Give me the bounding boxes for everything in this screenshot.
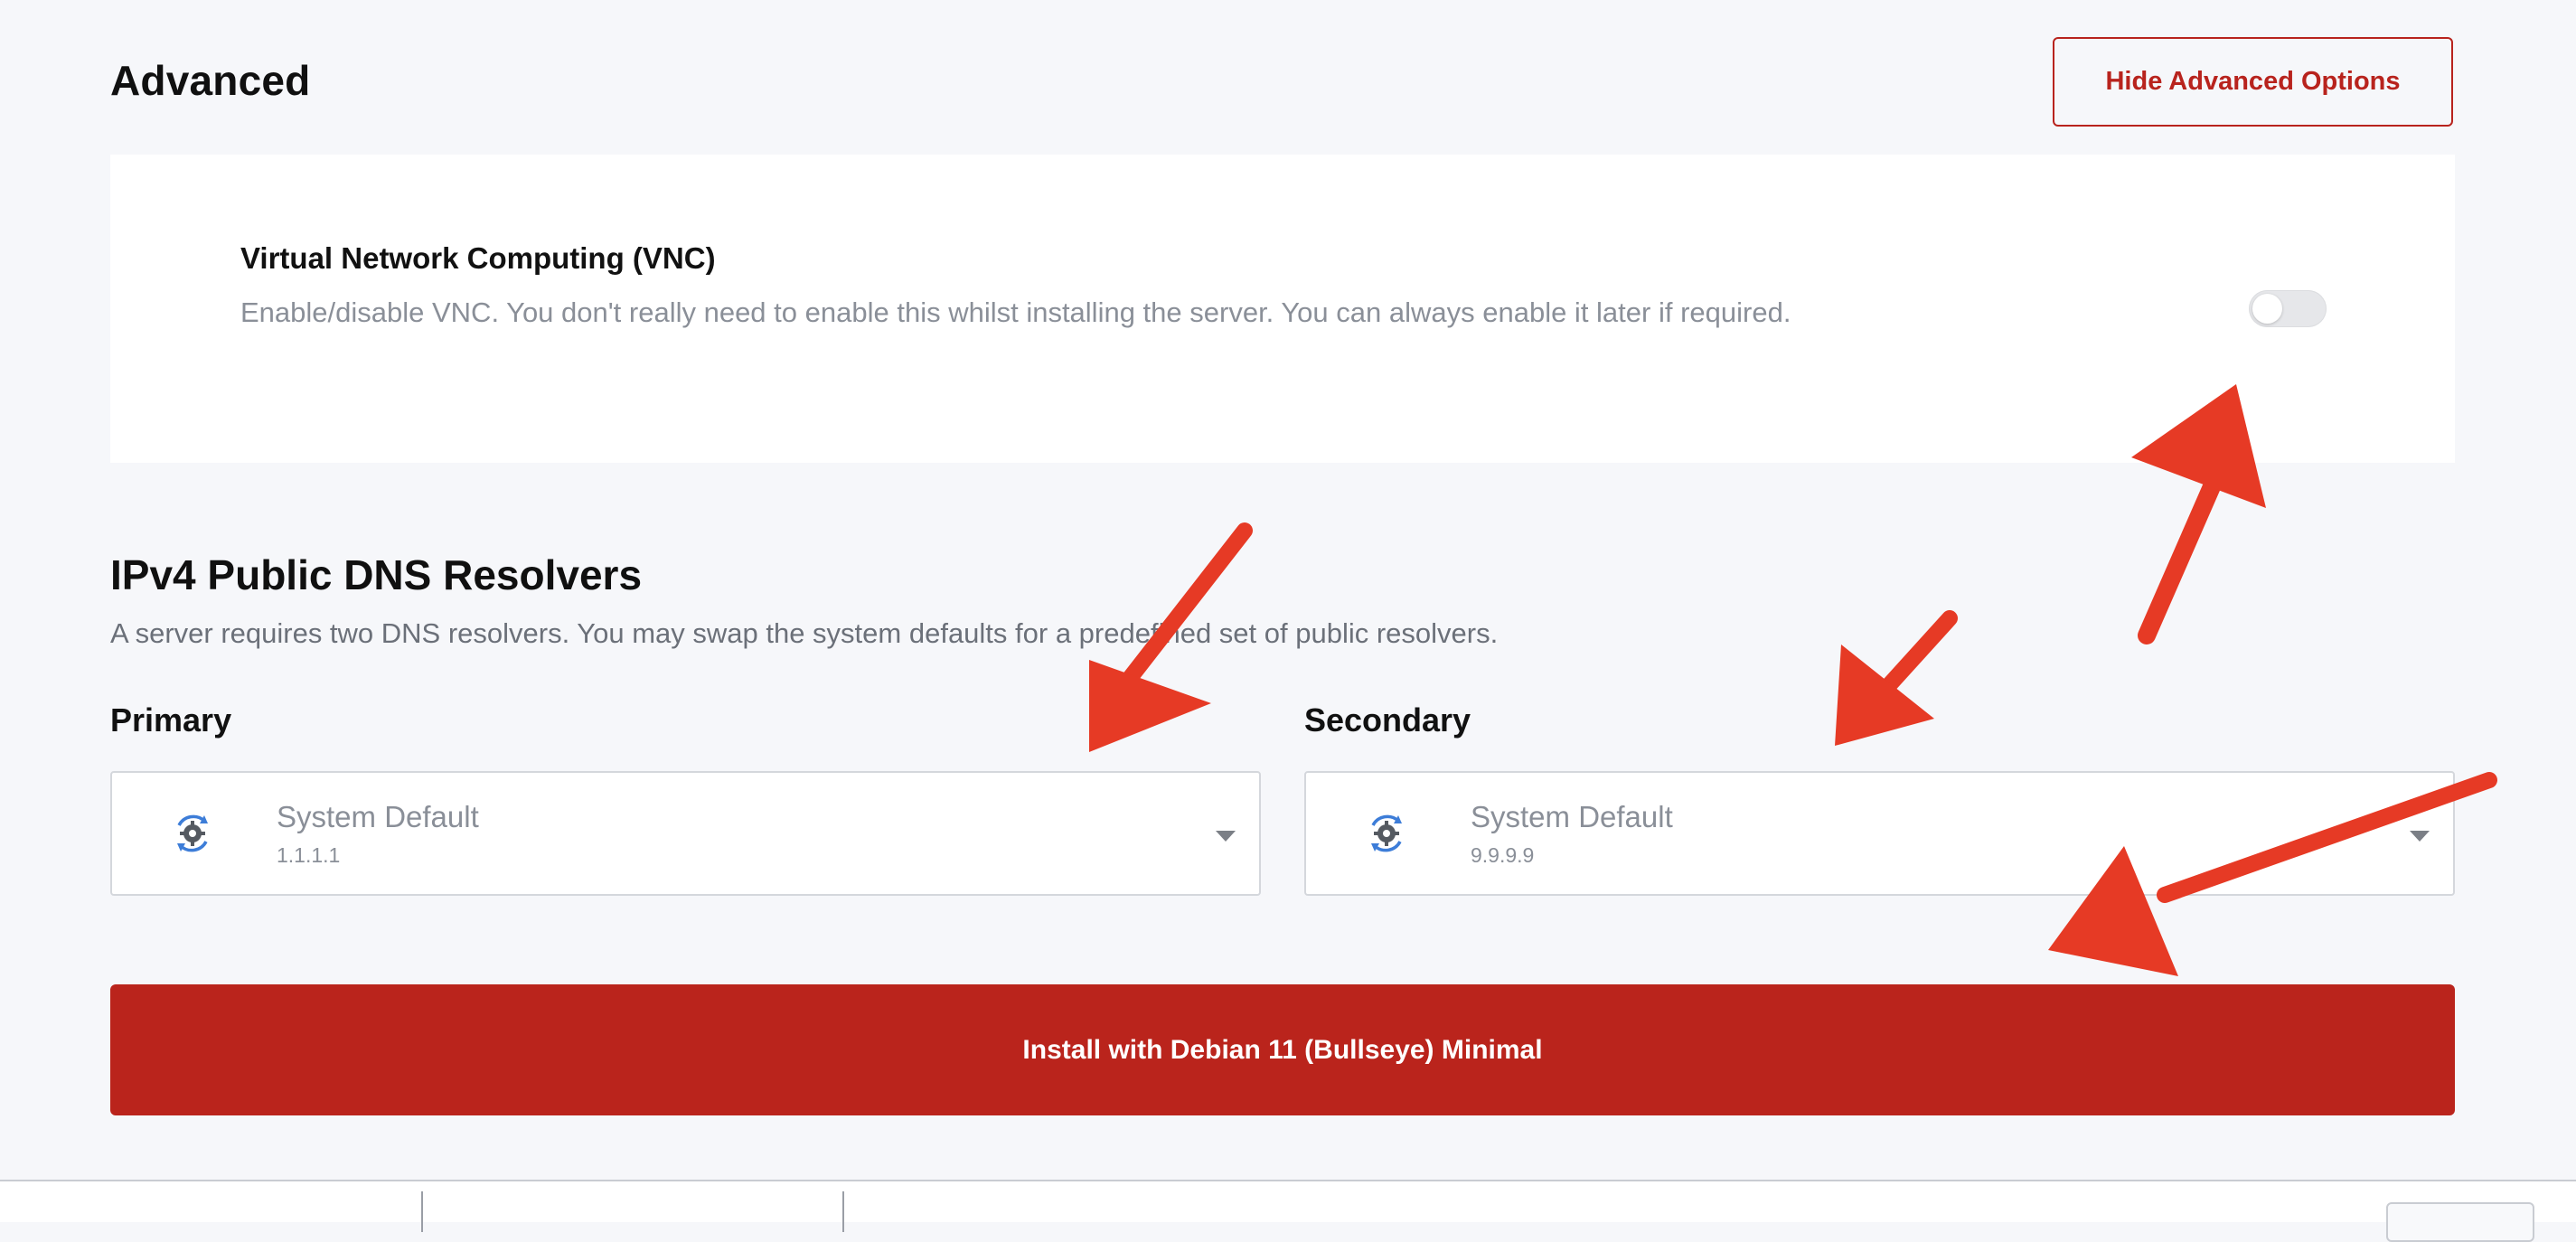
primary-dns-selected-ip: 1.1.1.1 (277, 843, 341, 867)
system-settings-icon (172, 813, 213, 854)
secondary-dns-label: Secondary (1304, 701, 1471, 739)
vnc-card: Virtual Network Computing (VNC) Enable/d… (110, 155, 2455, 463)
toolbar-divider (421, 1191, 423, 1232)
primary-dns-select[interactable]: System Default 1.1.1.1 (110, 771, 1261, 896)
advanced-section-title: Advanced (110, 57, 311, 104)
secondary-dns-select[interactable]: System Default 9.9.9.9 (1304, 771, 2455, 896)
primary-dns-selected-name: System Default (277, 800, 479, 833)
system-settings-icon (1366, 813, 1407, 854)
install-button[interactable]: Install with Debian 11 (Bullseye) Minima… (110, 984, 2455, 1115)
secondary-dns-selected-ip: 9.9.9.9 (1471, 843, 1535, 867)
chevron-down-icon (1216, 831, 1236, 842)
dns-section-description: A server requires two DNS resolvers. You… (110, 617, 1499, 649)
bottom-toolbar-strip (0, 1180, 2576, 1222)
vnc-title: Virtual Network Computing (VNC) (240, 241, 716, 275)
chevron-down-icon (2410, 831, 2430, 842)
toolbar-divider (842, 1191, 844, 1232)
hide-advanced-options-button[interactable]: Hide Advanced Options (2053, 37, 2453, 127)
vnc-description: Enable/disable VNC. You don't really nee… (240, 296, 1791, 328)
vnc-toggle-knob (2252, 294, 2282, 324)
primary-dns-label: Primary (110, 701, 232, 739)
vnc-toggle[interactable] (2249, 290, 2327, 327)
annotation-arrow (1835, 610, 1958, 746)
dns-section-title: IPv4 Public DNS Resolvers (110, 551, 643, 598)
secondary-dns-selected-name: System Default (1471, 800, 1673, 833)
corner-button[interactable] (2386, 1202, 2534, 1242)
